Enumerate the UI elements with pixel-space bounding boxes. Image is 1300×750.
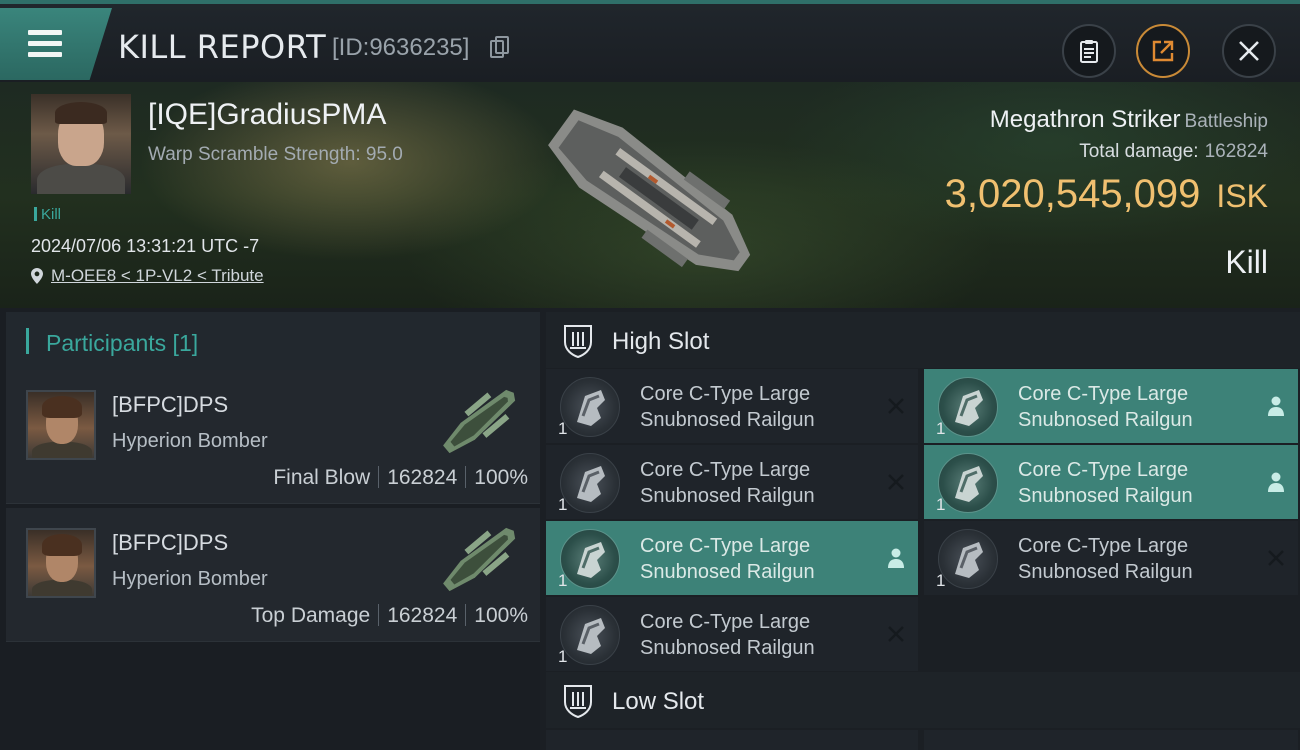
- railgun-icon: [560, 453, 620, 513]
- total-damage-label: Total damage:: [1079, 141, 1199, 162]
- isk-unit: ISK: [1216, 178, 1268, 214]
- participant-stats: Final Blow 162824 100%: [273, 466, 528, 490]
- location-pin-icon: [31, 268, 43, 284]
- railgun-icon: [938, 453, 998, 513]
- kill-tag: Kill: [34, 206, 61, 223]
- close-x-icon: [888, 626, 904, 642]
- item-name: Core C-Type Large Snubnosed Railgun: [640, 459, 815, 507]
- item-name: Core C-Type Large Snubnosed Railgun: [640, 611, 815, 659]
- victim-ship-name[interactable]: Megathron Striker Battleship: [990, 106, 1268, 134]
- low-slot-header: Low Slot: [546, 672, 1300, 728]
- copy-icon[interactable]: [490, 36, 509, 58]
- item-quantity: 1: [558, 495, 568, 514]
- item-quantity: 1: [936, 495, 946, 514]
- item-name: Core C-Type Large Snubnosed Railgun: [1018, 535, 1193, 583]
- slot-item[interactable]: 1 Core C-Type Large Snubnosed Railgun: [546, 369, 918, 443]
- participant-row[interactable]: [BFPC]DPS Hyperion Bomber Final Blow 1628…: [6, 370, 540, 504]
- kill-location[interactable]: M-OEE8 < 1P-VL2 < Tribute: [31, 266, 264, 286]
- total-damage-value: 162824: [1204, 141, 1268, 162]
- slot-item[interactable]: 1 Core C-Type Large Snubnosed Railgun: [546, 597, 918, 671]
- item-quantity: 1: [558, 419, 568, 438]
- participant-ship-icon: [443, 527, 516, 592]
- participant-role: Top Damage: [251, 604, 371, 627]
- person-icon: [1268, 396, 1284, 416]
- shield-slot-icon: [564, 325, 592, 358]
- close-x-icon: [888, 474, 904, 490]
- person-icon: [888, 548, 904, 568]
- total-damage: Total damage: 162824: [1079, 141, 1268, 163]
- item-name: Core C-Type Large Snubnosed Railgun: [1018, 383, 1193, 431]
- participant-stats: Top Damage 162824 100%: [251, 604, 528, 628]
- victim-name[interactable]: [IQE]GradiusPMA: [148, 98, 386, 132]
- item-quantity: 1: [936, 571, 946, 590]
- slot-item[interactable]: 1 Core C-Type Large Snubnosed Railgun: [924, 445, 1298, 519]
- share-icon: [1152, 40, 1174, 62]
- item-quantity: 1: [558, 571, 568, 590]
- clipboard-icon: [1080, 40, 1098, 63]
- outcome-label: Kill: [1225, 244, 1268, 280]
- slot-item[interactable]: 1 Core C-Type Large Snubnosed Railgun: [924, 369, 1298, 443]
- participant-ship-icon: [443, 389, 516, 454]
- slot-item[interactable]: 1 Core C-Type Large Snubnosed Railgun: [546, 521, 918, 595]
- slot-item[interactable]: 1 Core C-Type Large Snubnosed Railgun: [924, 521, 1298, 595]
- page-title: KILL REPORT: [118, 28, 327, 66]
- isk-amount: 3,020,545,099: [944, 172, 1201, 216]
- participant-damage: 162824: [387, 466, 458, 489]
- railgun-icon: [560, 529, 620, 589]
- high-slot-label: High Slot: [612, 328, 710, 355]
- railgun-icon: [938, 529, 998, 589]
- participants-title: Participants [1]: [46, 330, 199, 356]
- railgun-icon: [560, 377, 620, 437]
- slot-item[interactable]: [546, 730, 918, 750]
- participant-name: [BFPC]DPS: [112, 392, 229, 417]
- slot-item[interactable]: [924, 730, 1298, 750]
- menu-button[interactable]: [0, 8, 112, 80]
- participant-damage: 162824: [387, 604, 458, 627]
- railgun-icon: [560, 605, 620, 665]
- item-name: Core C-Type Large Snubnosed Railgun: [640, 535, 815, 583]
- ship-name: Megathron Striker: [989, 106, 1181, 133]
- person-icon: [1268, 472, 1284, 492]
- participant-name: [BFPC]DPS: [112, 530, 229, 555]
- participant-avatar[interactable]: [26, 390, 96, 460]
- victim-portrait[interactable]: [31, 94, 131, 194]
- participant-ship: Hyperion Bomber: [112, 568, 268, 590]
- menu-icon: [28, 30, 62, 58]
- share-button[interactable]: [1136, 24, 1190, 78]
- ship-class: Battleship: [1184, 111, 1268, 132]
- participant-percent: 100%: [474, 604, 528, 627]
- close-icon: [1239, 41, 1259, 61]
- high-slot-header: High Slot: [546, 312, 1300, 368]
- item-quantity: 1: [558, 647, 568, 666]
- isk-value: 3,020,545,099 ISK: [945, 172, 1268, 217]
- participants-header: Participants [1]: [6, 312, 540, 370]
- close-button[interactable]: [1222, 24, 1276, 78]
- shield-slot-icon: [564, 685, 592, 718]
- participant-ship: Hyperion Bomber: [112, 430, 268, 452]
- close-x-icon: [1268, 550, 1284, 566]
- participants-panel: Participants [1] [BFPC]DPS Hyperion Bomb…: [0, 308, 540, 750]
- item-name: Core C-Type Large Snubnosed Railgun: [1018, 459, 1193, 507]
- victim-subtitle: Warp Scramble Strength: 95.0: [148, 144, 403, 165]
- report-id: [ID:9636235]: [332, 34, 470, 61]
- participant-role: Final Blow: [273, 466, 371, 489]
- clipboard-button[interactable]: [1062, 24, 1116, 78]
- location-link[interactable]: M-OEE8 < 1P-VL2 < Tribute: [51, 266, 264, 285]
- railgun-icon: [938, 377, 998, 437]
- participant-percent: 100%: [474, 466, 528, 489]
- victim-ship-render: [548, 109, 751, 272]
- participant-avatar[interactable]: [26, 528, 96, 598]
- item-quantity: 1: [936, 419, 946, 438]
- low-slot-label: Low Slot: [612, 688, 705, 715]
- item-name: Core C-Type Large Snubnosed Railgun: [640, 383, 815, 431]
- kill-datetime: 2024/07/06 13:31:21 UTC -7: [31, 236, 260, 256]
- slot-item[interactable]: 1 Core C-Type Large Snubnosed Railgun: [546, 445, 918, 519]
- close-x-icon: [888, 398, 904, 414]
- participant-row[interactable]: [BFPC]DPS Hyperion Bomber Top Damage 1628…: [6, 508, 540, 642]
- top-bar: KILL REPORT [ID:9636235]: [0, 0, 1300, 82]
